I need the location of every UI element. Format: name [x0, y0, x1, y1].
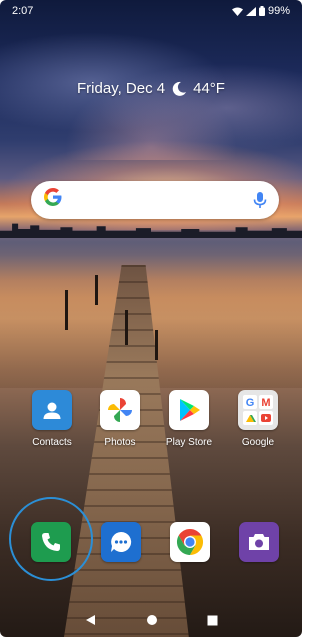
chrome-icon[interactable]: [170, 522, 210, 562]
dock-camera[interactable]: [227, 522, 291, 562]
status-time: 2:07: [12, 5, 34, 17]
google-g-icon[interactable]: [43, 187, 63, 213]
battery-icon: [258, 6, 265, 16]
app-photos[interactable]: Photos: [88, 390, 152, 448]
google-folder-icon[interactable]: G M: [238, 390, 278, 430]
messages-icon[interactable]: [101, 522, 141, 562]
status-bar: 2:07 99%: [0, 0, 302, 22]
moon-icon: [172, 81, 187, 96]
camera-icon[interactable]: [239, 522, 279, 562]
svg-text:M: M: [261, 397, 270, 409]
app-label-photos: Photos: [104, 437, 136, 448]
battery-percent: 99%: [267, 5, 290, 17]
app-google-folder[interactable]: G M Google: [226, 390, 290, 448]
home-screen: 2:07 99% Friday, Dec 4 44°F Contacts Pho…: [0, 0, 302, 637]
glance-date[interactable]: Friday, Dec 4: [77, 80, 165, 97]
home-icon[interactable]: [146, 614, 158, 626]
wifi-icon: [231, 7, 243, 16]
dock-phone[interactable]: [19, 522, 83, 562]
navigation-bar: [0, 603, 302, 637]
microphone-icon[interactable]: [253, 191, 267, 209]
dock-messages[interactable]: [89, 522, 153, 562]
google-search-bar[interactable]: [31, 181, 279, 219]
app-play-store[interactable]: Play Store: [157, 390, 221, 448]
play-store-icon[interactable]: [169, 390, 209, 430]
glance-temperature[interactable]: 44°F: [193, 80, 225, 97]
phone-icon[interactable]: [31, 522, 71, 562]
app-label-google: Google: [241, 437, 275, 448]
signal-icon: [245, 6, 256, 16]
at-a-glance-widget[interactable]: Friday, Dec 4 44°F: [0, 80, 302, 97]
back-icon[interactable]: [85, 614, 97, 626]
app-label-contacts: Contacts: [32, 437, 72, 448]
wallpaper-pier-posts: [55, 270, 175, 360]
dock-chrome[interactable]: [158, 522, 222, 562]
recents-icon[interactable]: [207, 615, 218, 626]
photos-pinwheel-icon[interactable]: [100, 390, 140, 430]
svg-text:G: G: [246, 397, 255, 409]
app-label-play-store: Play Store: [165, 437, 213, 448]
status-icons: 99%: [231, 5, 290, 17]
app-contacts[interactable]: Contacts: [20, 390, 84, 448]
contacts-icon[interactable]: [32, 390, 72, 430]
